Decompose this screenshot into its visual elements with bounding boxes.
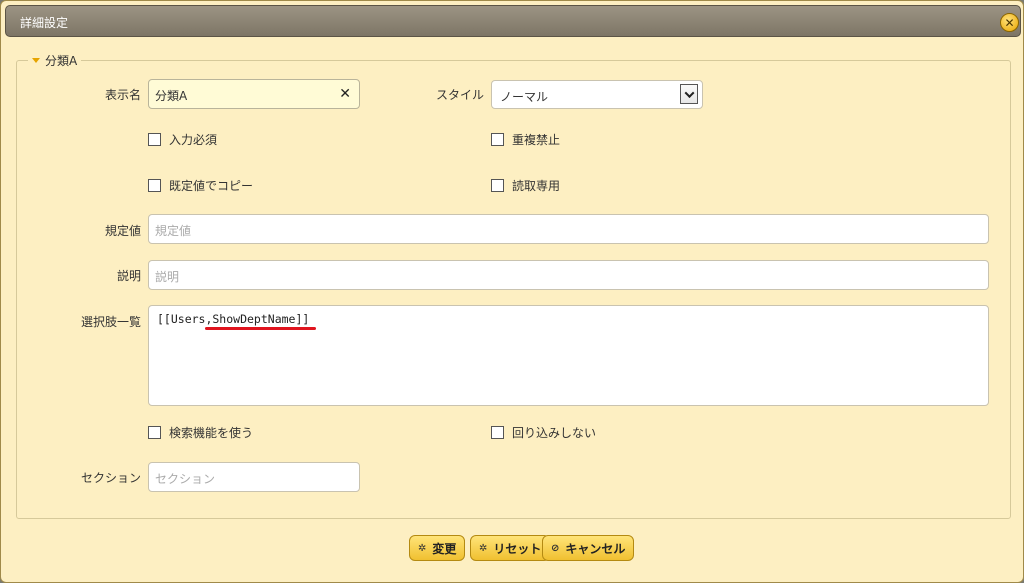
checkbox-box[interactable] (148, 133, 161, 146)
display-name-input[interactable]: 分類A ✕ (148, 79, 360, 109)
reset-button-label: リセット (493, 541, 542, 556)
no-duplicates-label: 重複禁止 (512, 133, 561, 147)
section-field-label: セクション (80, 471, 141, 485)
choices-value: [[Users,ShowDeptName]] (157, 312, 310, 326)
detail-settings-dialog: 詳細設定 ✕ 分類A 表示名 分類A ✕ スタイル ノーマル 入力必須 重複禁止… (0, 0, 1024, 583)
default-value-label: 規定値 (104, 224, 141, 238)
no-duplicates-checkbox[interactable]: 重複禁止 (491, 131, 560, 148)
close-icon: ✕ (1004, 15, 1015, 30)
default-value-input[interactable]: 規定値 (148, 214, 989, 244)
gear-icon: ✲ (418, 542, 427, 554)
display-name-value: 分類A (155, 89, 188, 103)
required-label: 入力必須 (169, 133, 218, 147)
read-only-checkbox[interactable]: 読取専用 (491, 177, 560, 194)
copy-default-label: 既定値でコピー (169, 179, 254, 193)
style-label: スタイル (435, 88, 484, 102)
reset-button[interactable]: ✲ リセット (470, 535, 551, 561)
copy-default-checkbox[interactable]: 既定値でコピー (148, 177, 253, 194)
cancel-icon: ⊘ (551, 542, 560, 554)
default-value-placeholder: 規定値 (155, 224, 192, 238)
chevron-down-icon[interactable] (680, 84, 698, 104)
choices-label: 選択肢一覧 (80, 315, 141, 329)
description-input[interactable]: 説明 (148, 260, 989, 290)
dialog-title: 詳細設定 (20, 16, 69, 30)
style-select[interactable]: ノーマル (491, 80, 703, 109)
checkbox-box[interactable] (491, 133, 504, 146)
collapse-triangle-icon (32, 58, 40, 63)
close-button[interactable]: ✕ (1000, 13, 1019, 32)
no-wrap-checkbox[interactable]: 回り込みしない (491, 424, 596, 441)
checkbox-box[interactable] (491, 426, 504, 439)
cancel-button-label: キャンセル (565, 541, 626, 556)
cancel-button[interactable]: ⊘ キャンセル (542, 535, 635, 561)
read-only-label: 読取専用 (512, 179, 561, 193)
no-wrap-label: 回り込みしない (512, 426, 597, 440)
section-field-input[interactable]: セクション (148, 462, 360, 492)
gear-icon: ✲ (479, 542, 488, 554)
clear-icon[interactable]: ✕ (339, 86, 351, 102)
dialog-titlebar[interactable]: 詳細設定 ✕ (5, 5, 1021, 37)
use-search-label: 検索機能を使う (169, 426, 254, 440)
use-search-checkbox[interactable]: 検索機能を使う (148, 424, 253, 441)
annotation-underline (205, 327, 316, 330)
description-placeholder: 説明 (155, 270, 180, 284)
display-name-label: 表示名 (104, 88, 141, 102)
section-legend[interactable]: 分類A (28, 52, 82, 69)
change-button-label: 変更 (432, 541, 457, 556)
checkbox-box[interactable] (148, 426, 161, 439)
required-checkbox[interactable]: 入力必須 (148, 131, 217, 148)
change-button[interactable]: ✲ 変更 (409, 535, 466, 561)
checkbox-box[interactable] (148, 179, 161, 192)
choices-textarea[interactable]: [[Users,ShowDeptName]] (148, 305, 989, 406)
section-field-placeholder: セクション (155, 472, 216, 486)
description-label: 説明 (116, 269, 141, 283)
section-legend-label: 分類A (45, 54, 78, 68)
checkbox-box[interactable] (491, 179, 504, 192)
style-selected-value: ノーマル (500, 90, 549, 104)
